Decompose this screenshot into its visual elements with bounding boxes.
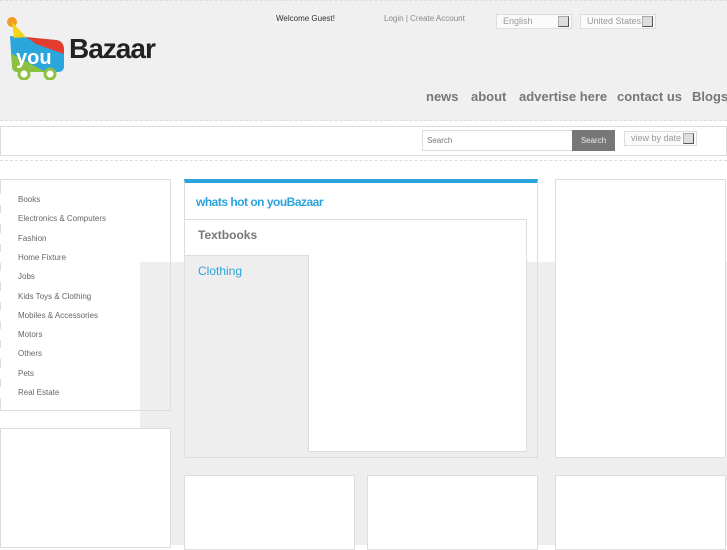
language-value: English	[503, 16, 533, 26]
divider	[0, 160, 727, 161]
logo[interactable]: you	[6, 14, 66, 81]
right-panel	[555, 179, 726, 458]
nav-news[interactable]: news	[426, 89, 459, 104]
hot-title: whats hot on youBazaar	[196, 195, 324, 209]
tab-clothing-label[interactable]: Clothing	[198, 264, 242, 278]
sort-select[interactable]: view by date	[624, 131, 697, 146]
left-bottom-panel	[0, 428, 171, 548]
nav-blogs[interactable]: Blogs	[692, 89, 727, 104]
create-account-link[interactable]: Create Account	[410, 14, 465, 23]
country-select[interactable]: United States	[580, 14, 656, 29]
language-select[interactable]: English	[496, 14, 572, 29]
chevron-down-icon	[683, 133, 694, 144]
bottom-panel-1	[184, 475, 355, 550]
category-item[interactable]: Home Fixture	[0, 251, 140, 263]
category-item[interactable]: Fashion	[0, 232, 140, 244]
sort-value: view by date	[631, 133, 682, 143]
search-bar	[0, 126, 727, 156]
chevron-down-icon	[642, 16, 653, 27]
category-item[interactable]: Books	[0, 194, 140, 205]
bottom-panel-2	[367, 475, 538, 550]
search-input[interactable]	[422, 130, 573, 151]
category-item[interactable]: Pets	[0, 367, 140, 379]
chevron-down-icon	[558, 16, 569, 27]
country-value: United States	[587, 16, 642, 26]
category-item[interactable]: Jobs	[0, 271, 140, 283]
bottom-panel-3	[555, 475, 726, 550]
category-item[interactable]: Kids Toys & Clothing	[0, 290, 140, 302]
category-item[interactable]: Electronics & Computers	[0, 213, 140, 225]
nav-advertise[interactable]: advertise here	[519, 89, 607, 104]
logo-text: Bazaar	[69, 33, 156, 64]
nav-about[interactable]: about	[471, 89, 506, 104]
welcome-text: Welcome Guest!	[276, 14, 335, 23]
login-link[interactable]: Login	[384, 14, 404, 23]
svg-text:you: you	[16, 47, 52, 69]
category-item[interactable]: Motors	[0, 329, 140, 341]
category-item[interactable]: Real Estate	[0, 387, 140, 398]
tab-textbooks[interactable]: Textbooks	[198, 228, 257, 242]
cart-logo-icon: you	[7, 17, 64, 81]
category-item[interactable]: Mobiles & Accessories	[0, 309, 140, 321]
tab-clothing[interactable]	[184, 255, 309, 452]
search-button[interactable]: Search	[572, 130, 615, 151]
category-item[interactable]: Others	[0, 348, 140, 360]
nav-contact[interactable]: contact us	[617, 89, 682, 104]
separator: |	[405, 14, 408, 23]
